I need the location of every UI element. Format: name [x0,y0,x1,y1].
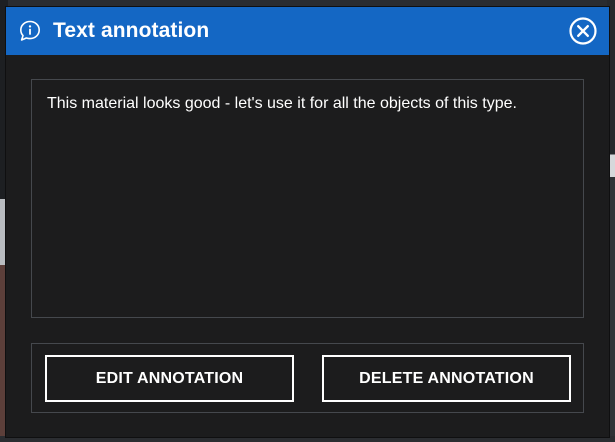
action-button-group: EDIT ANNOTATION DELETE ANNOTATION [31,343,584,413]
annotation-text-field[interactable]: This material looks good - let's use it … [31,79,584,318]
close-icon[interactable] [569,17,597,45]
speech-bubble-info-icon [19,20,41,42]
dialog-titlebar: Text annotation [6,7,609,55]
text-annotation-dialog: Text annotation This material looks good… [5,6,610,438]
edit-annotation-button[interactable]: EDIT ANNOTATION [45,355,294,402]
delete-annotation-button[interactable]: DELETE ANNOTATION [322,355,571,402]
dialog-title: Text annotation [53,19,210,42]
